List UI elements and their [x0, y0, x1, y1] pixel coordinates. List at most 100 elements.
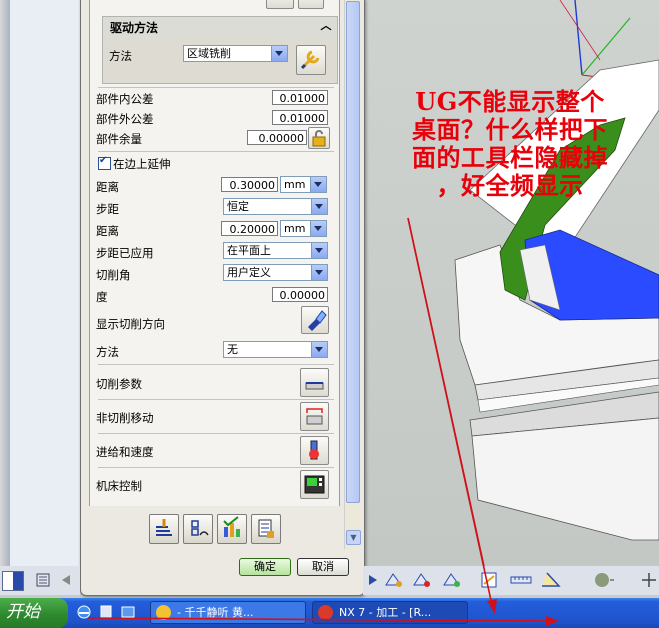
drive-method-group: 方法 区域铣削 — [102, 37, 338, 84]
arrow-icon[interactable] — [58, 571, 78, 589]
cut-method-select[interactable]: 无 — [223, 341, 328, 358]
geometry-edit-icon[interactable] — [266, 0, 294, 9]
divider — [98, 433, 334, 434]
dropdown-arrow-icon — [311, 243, 327, 258]
non-cutting-label: 非切削移动 — [96, 411, 154, 425]
verify-icon[interactable] — [217, 514, 247, 544]
nx-icon — [318, 605, 333, 620]
toolbar-left — [0, 566, 80, 595]
view-select[interactable] — [2, 571, 24, 591]
stock-input[interactable]: 0.00000 — [247, 130, 307, 145]
extend-unit-select[interactable]: mm — [280, 176, 327, 193]
cut-angle-label: 切削角 — [96, 268, 131, 282]
extend-checkbox[interactable] — [98, 155, 111, 170]
extend-distance-input[interactable]: 0.30000 — [221, 177, 278, 192]
drive-method-value: 区域铣削 — [187, 47, 231, 60]
appearance-icon[interactable] — [591, 570, 614, 588]
geometry-display-icon[interactable] — [298, 0, 324, 9]
degree-label: 度 — [96, 290, 108, 304]
dropdown-arrow-icon — [311, 265, 327, 280]
layer-icon[interactable] — [34, 571, 54, 589]
ok-button[interactable]: 确定 — [239, 558, 291, 576]
non-cutting-moves-icon[interactable] — [300, 402, 329, 431]
extend-distance-label: 距离 — [96, 180, 119, 194]
stepover-applied-select[interactable]: 在平面上 — [223, 242, 328, 259]
taskbar-item-label: NX 7 - 加工 - [R... — [339, 606, 432, 619]
annotation-line: ，好全频显示 — [436, 171, 584, 200]
drive-method-title: 驱动方法 — [110, 21, 159, 35]
angle-icon[interactable] — [539, 570, 561, 588]
toolpath-icon[interactable] — [383, 570, 403, 588]
stepover-unit-select[interactable]: mm — [280, 220, 327, 237]
stepover-value: 恒定 — [227, 200, 249, 213]
stepover-distance-label: 距离 — [96, 224, 119, 238]
cut-angle-value: 用户定义 — [227, 266, 271, 279]
cancel-button[interactable]: 取消 — [297, 558, 349, 576]
collapse-chevron-icon[interactable]: ︿ — [318, 17, 334, 35]
divider — [98, 151, 334, 152]
annotation-line: 桌面？什么样把下 — [412, 115, 608, 144]
cutting-params-icon[interactable] — [300, 368, 329, 397]
intol-input[interactable]: 0.01000 — [272, 90, 328, 105]
feeds-speeds-label: 进给和速度 — [96, 445, 154, 459]
ie-icon[interactable] — [76, 604, 92, 620]
cut-method-value: 无 — [227, 343, 238, 356]
measure-icon[interactable] — [509, 570, 532, 588]
post-process-icon[interactable] — [441, 570, 461, 588]
scroll-down-arrow-icon[interactable]: ▼ — [346, 530, 361, 545]
user-annotation: UG不能显示整个 桌面？什么样把下 面的工具栏隐藏掉 ，好全频显示 — [374, 88, 646, 200]
dropdown-arrow-icon — [13, 572, 23, 590]
replay-icon[interactable] — [183, 514, 213, 544]
taskbar-item-label: - 千千静听 黄... — [177, 606, 254, 619]
quicklaunch-icon[interactable] — [98, 604, 114, 620]
outtol-label: 部件外公差 — [96, 112, 154, 126]
cutting-params-label: 切削参数 — [96, 377, 142, 391]
windows-taskbar: 开始 - 千千静听 黄... NX 7 - 加工 - [R... — [0, 598, 659, 628]
method-label: 方法 — [109, 49, 132, 63]
wrench-icon[interactable] — [296, 45, 326, 75]
cut-method-label: 方法 — [96, 345, 119, 359]
feeds-speeds-icon[interactable] — [300, 436, 329, 465]
annotation-line: UG不能显示整个 — [415, 87, 605, 116]
intol-label: 部件内公差 — [96, 92, 154, 106]
outtol-input[interactable]: 0.01000 — [272, 110, 328, 125]
taskbar-item-nx[interactable]: NX 7 - 加工 - [R... — [312, 601, 468, 624]
show-direction-label: 显示切削方向 — [96, 317, 165, 331]
scrollbar-thumb[interactable] — [346, 1, 360, 503]
drive-method-select[interactable]: 区域铣削 — [183, 45, 288, 62]
dropdown-arrow-icon — [310, 177, 326, 192]
flashlight-icon[interactable] — [301, 306, 329, 334]
dialog-scrollbar[interactable]: ▼ — [344, 0, 361, 549]
stepover-distance-input[interactable]: 0.20000 — [221, 221, 278, 236]
lock-icon[interactable] — [308, 127, 330, 149]
dialog-content: 驱动方法 ︿ 方法 区域铣削 部件内公差 0.01000 部件外公差 0.010… — [89, 0, 340, 506]
analysis-icon[interactable] — [479, 570, 499, 588]
resource-bar — [10, 0, 81, 566]
list-icon[interactable] — [251, 514, 281, 544]
taskbar-item-ttplayer[interactable]: - 千千静听 黄... — [150, 601, 306, 624]
start-button[interactable]: 开始 — [0, 598, 68, 628]
divider — [98, 87, 334, 88]
show-desktop-icon[interactable] — [120, 604, 136, 620]
plus-icon[interactable] — [639, 570, 659, 588]
annotation-line: 面的工具栏隐藏掉 — [412, 143, 608, 172]
divider — [98, 467, 334, 468]
dropdown-arrow-icon — [311, 342, 327, 357]
machine-control-icon[interactable] — [300, 470, 329, 499]
generate-icon[interactable] — [149, 514, 179, 544]
stepover-applied-value: 在平面上 — [227, 244, 271, 257]
dropdown-arrow-icon — [310, 221, 326, 236]
stepover-select[interactable]: 恒定 — [223, 198, 328, 215]
unit-value: mm — [284, 178, 306, 191]
tool-display-icon[interactable] — [411, 570, 431, 588]
stock-label: 部件余量 — [96, 132, 142, 146]
degree-input[interactable]: 0.00000 — [272, 287, 328, 302]
cut-angle-select[interactable]: 用户定义 — [223, 264, 328, 281]
dropdown-arrow-icon — [311, 199, 327, 214]
machine-control-label: 机床控制 — [96, 479, 142, 493]
stepover-applied-label: 步距已应用 — [96, 246, 154, 260]
divider — [98, 399, 334, 400]
extend-label: 在边上延伸 — [113, 157, 171, 171]
operation-dialog: 驱动方法 ︿ 方法 区域铣削 部件内公差 0.01000 部件外公差 0.010… — [80, 0, 365, 596]
drive-method-header[interactable]: 驱动方法 ︿ — [102, 16, 338, 38]
